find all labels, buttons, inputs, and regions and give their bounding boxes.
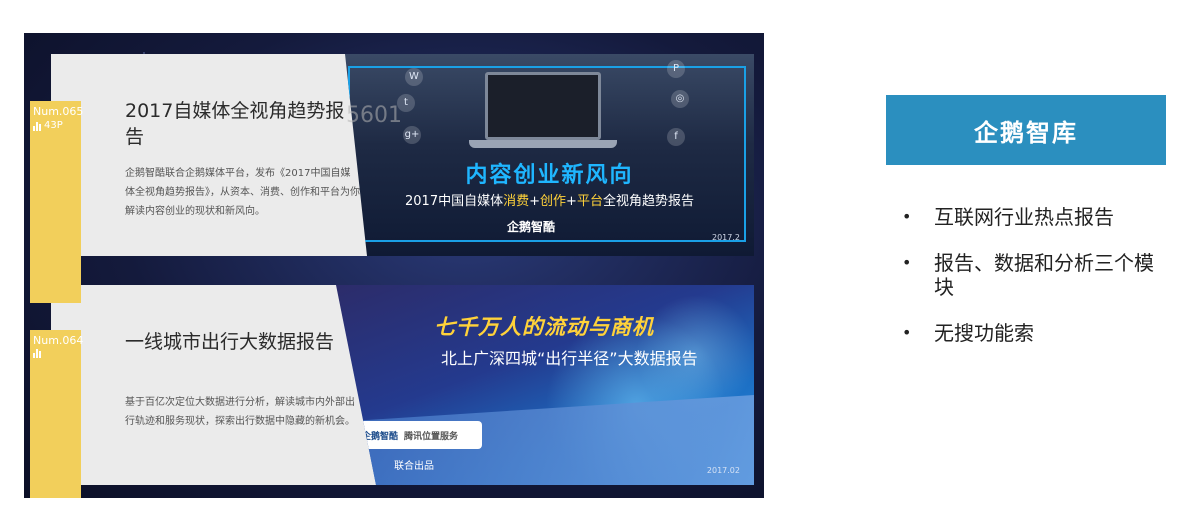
- banner-date: 2017.2: [712, 233, 740, 242]
- brand-title: 企鹅智库: [886, 95, 1166, 165]
- card-description: 企鹅智酷联合企鹅媒体平台，发布《2017中国自媒体全视角趋势报告》，从资本、消费…: [125, 168, 360, 217]
- penguin-logo: 企鹅智酷: [507, 220, 556, 234]
- report-screenshot: 2017自媒体全视角趋势报告 企鹅智酷联合企鹅媒体平台，发布《2017中国自媒体…: [24, 33, 764, 498]
- bar-chart-icon: [33, 121, 41, 131]
- instagram-icon: ◎: [671, 90, 689, 108]
- report-number: Num.065: [33, 105, 84, 118]
- feature-item: 无搜功能索: [900, 321, 1170, 345]
- banner-headline: 内容创业新风向: [465, 163, 634, 188]
- report-card-065[interactable]: 2017自媒体全视角趋势报告 企鹅智酷联合企鹅媒体平台，发布《2017中国自媒体…: [51, 54, 754, 256]
- report-number-tag: Num.065 43P: [30, 101, 84, 303]
- laptop-base-icon: [469, 140, 617, 148]
- penguin-logo: 企鹅智酷: [362, 431, 399, 442]
- partner-logos: 企鹅智酷 腾讯位置服务: [356, 421, 482, 449]
- tencent-map-logo: 腾讯位置服务: [404, 431, 459, 442]
- report-card-064[interactable]: 一线城市出行大数据报告 基于百亿次定位大数据进行分析，解读城市内外部出行轨迹和服…: [51, 285, 754, 485]
- bar-chart-icon: [33, 348, 41, 358]
- card-text: 2017自媒体全视角趋势报告 企鹅智酷联合企鹅媒体平台，发布《2017中国自媒体…: [125, 98, 360, 221]
- banner-headline: 七千万人的流动与商机: [434, 315, 654, 339]
- card-title[interactable]: 一线城市出行大数据报告: [125, 329, 360, 355]
- laptop-icon: [485, 72, 601, 140]
- card-text: 一线城市出行大数据报告 基于百亿次定位大数据进行分析，解读城市内外部出行轨迹和服…: [125, 329, 360, 431]
- report-banner[interactable]: 七千万人的流动与商机 北上广深四城“出行半径”大数据报告 企鹅智酷 腾讯位置服务…: [336, 285, 754, 485]
- facebook-icon: f: [667, 128, 685, 146]
- wordpress-icon: W: [405, 68, 423, 86]
- banner-date: 2017.02: [706, 466, 740, 475]
- report-number-tag: Num.064: [30, 330, 84, 498]
- feature-item: 报告、数据和分析三个模块: [900, 251, 1170, 299]
- report-number: Num.064: [33, 334, 84, 347]
- card-title[interactable]: 2017自媒体全视角趋势报告: [125, 98, 360, 150]
- banner-subtitle: 2017中国自媒体消费+创作+平台全视角趋势报告: [405, 194, 694, 209]
- googleplus-icon: g+: [403, 126, 421, 144]
- feature-item: 互联网行业热点报告: [900, 205, 1170, 229]
- banner-subtitle: 北上广深四城“出行半径”大数据报告: [441, 349, 698, 368]
- watermark: 5601: [346, 103, 402, 128]
- card-description: 基于百亿次定位大数据进行分析，解读城市内外部出行轨迹和服务现状，探索出行数据中隐…: [125, 397, 355, 427]
- joint-release-label: 联合出品: [394, 461, 434, 472]
- page-count: 43P: [33, 119, 78, 133]
- page-count: [33, 348, 78, 358]
- pinterest-icon: P: [667, 60, 685, 78]
- feature-list: 互联网行业热点报告 报告、数据和分析三个模块 无搜功能索: [900, 205, 1170, 367]
- report-banner[interactable]: W t g+ P ◎ f 内容创业新风向 2017中国自媒体消费+创作+平台全视…: [345, 54, 754, 256]
- page-count-label: 43P: [44, 120, 63, 131]
